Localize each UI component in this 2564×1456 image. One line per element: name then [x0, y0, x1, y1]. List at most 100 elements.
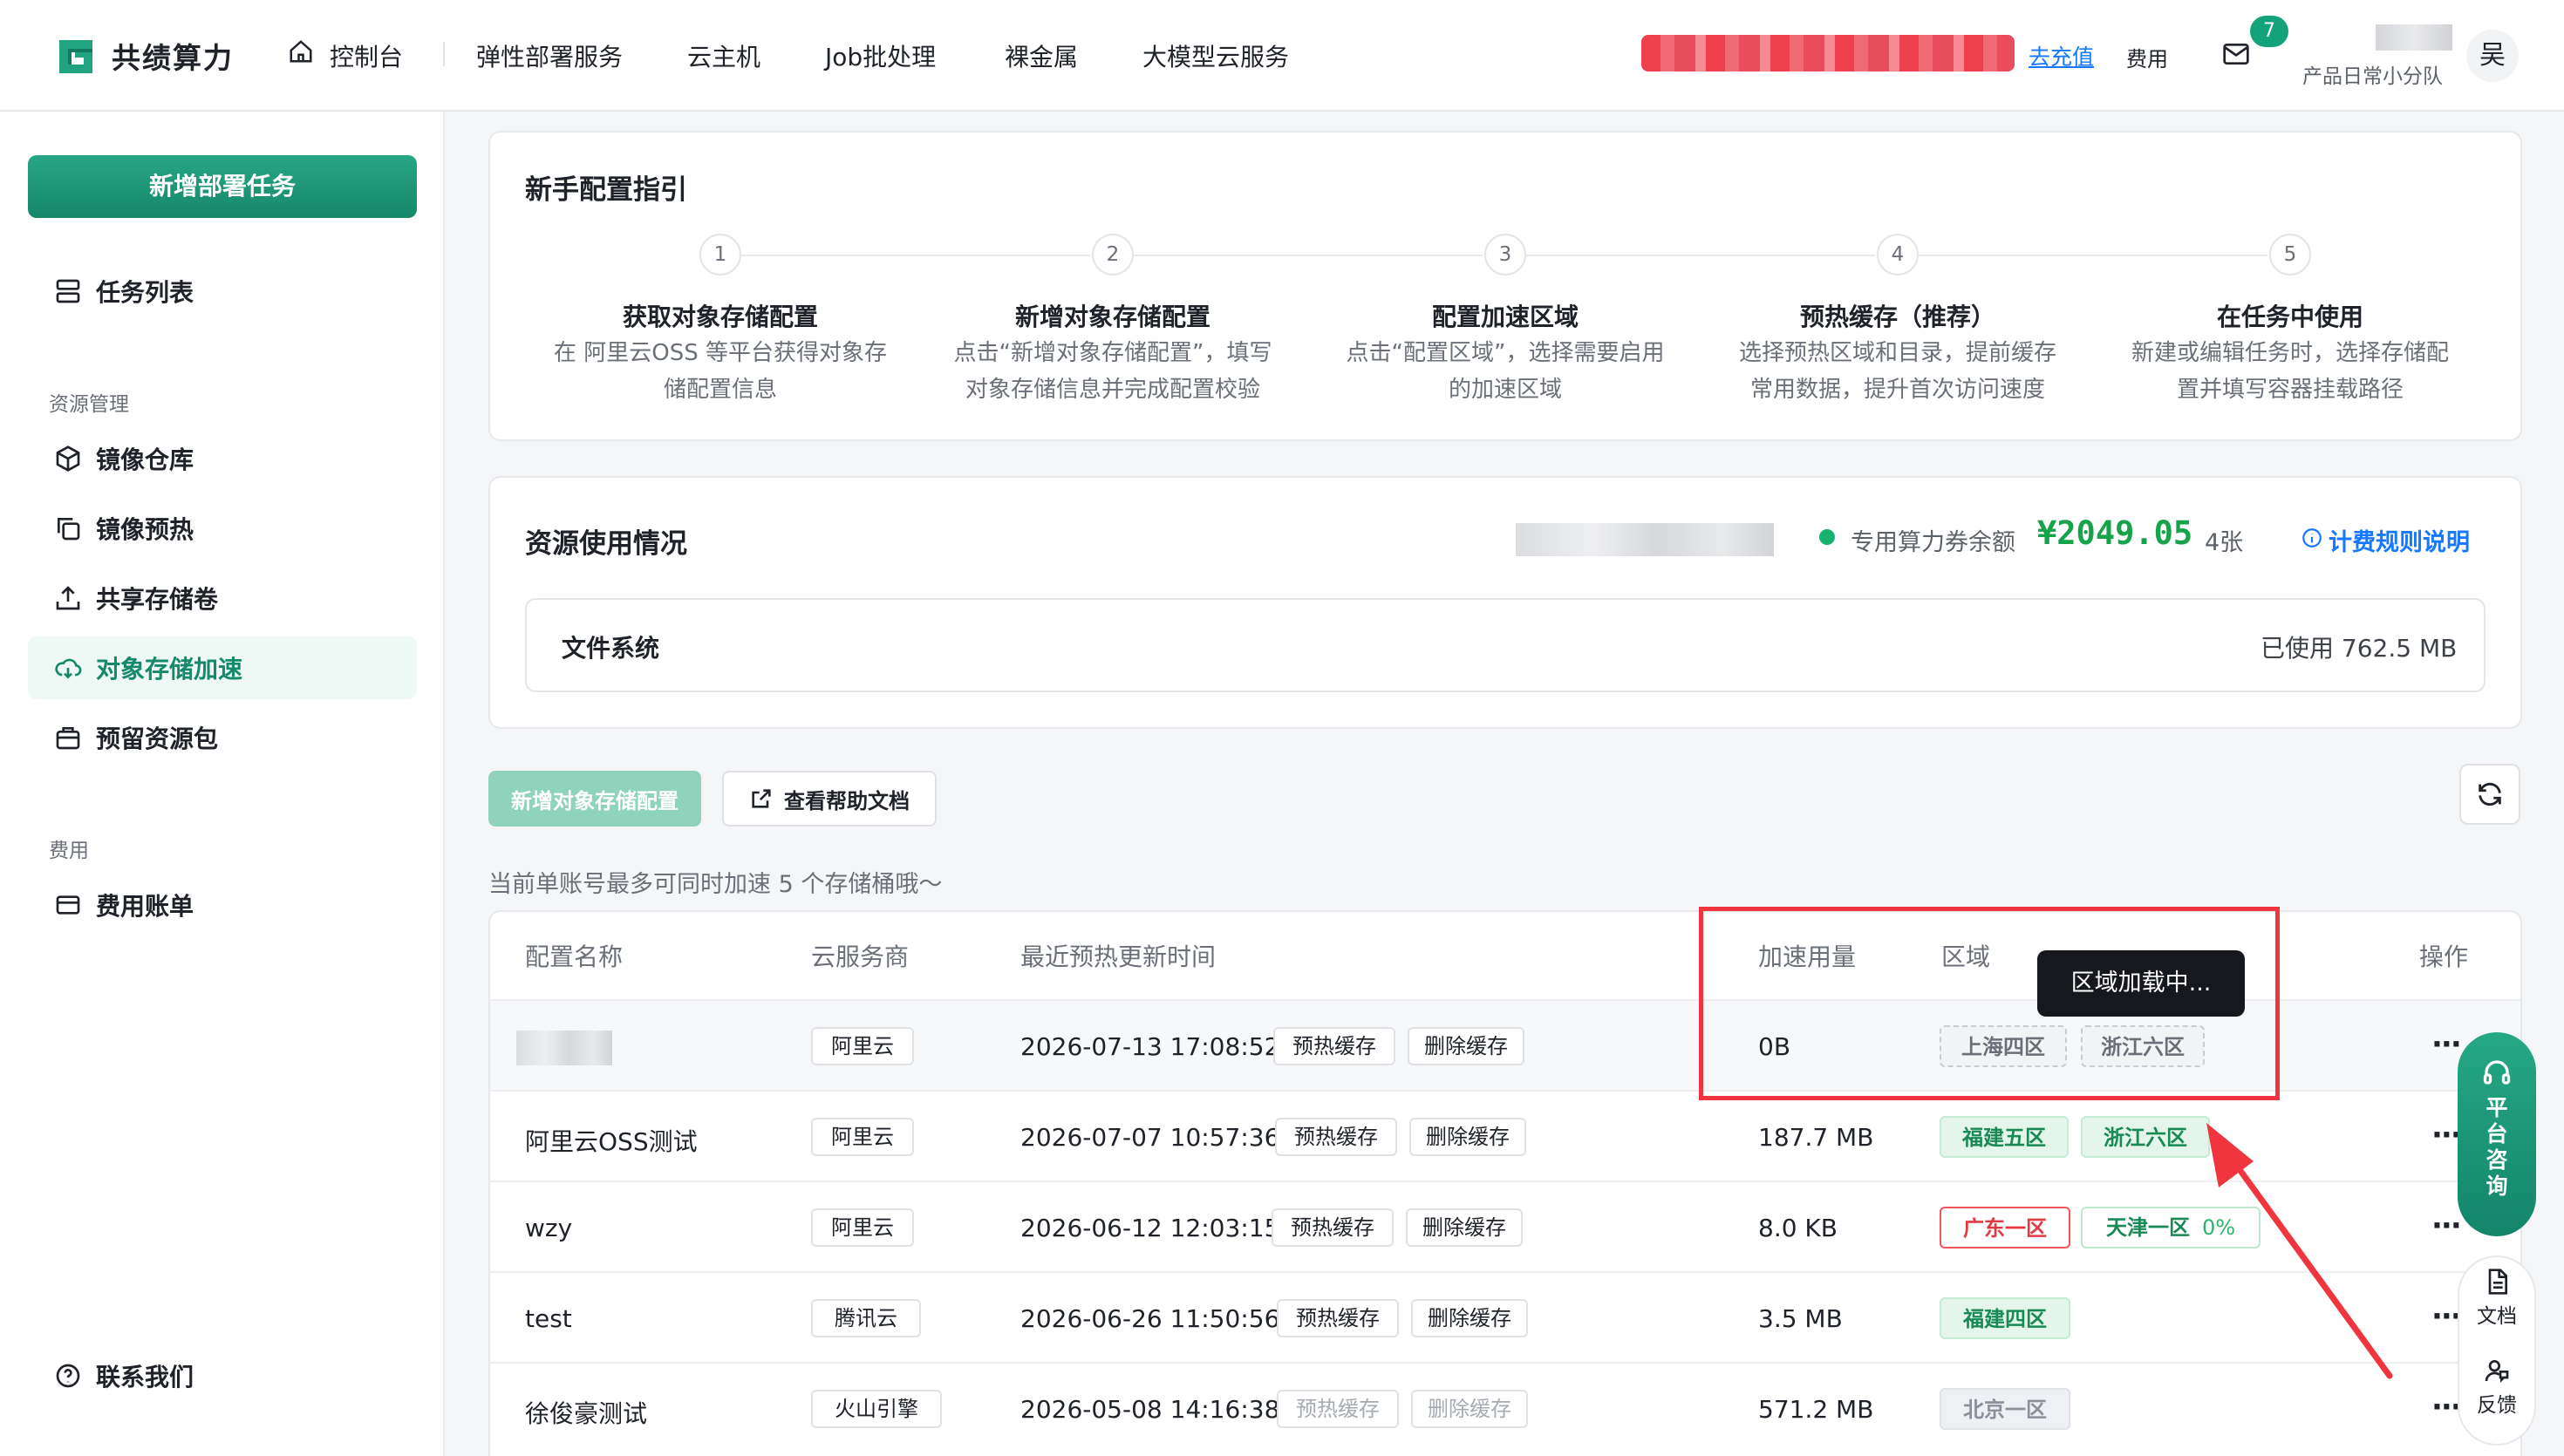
- nav-cloud-host[interactable]: 云主机: [687, 38, 760, 73]
- sidebar-item-label: 对象存储加速: [96, 655, 243, 684]
- delete-cache-button[interactable]: 删除缓存: [1408, 1027, 1524, 1065]
- step-connector: [1526, 255, 1875, 256]
- column-header-prewarm-time: 最近预热更新时间: [1020, 942, 1217, 971]
- step-connector: [1919, 255, 2267, 256]
- brand-name[interactable]: 共绩算力: [112, 35, 234, 77]
- prewarm-cache-button-disabled[interactable]: 预热缓存: [1277, 1390, 1399, 1428]
- region-tag[interactable]: 福建四区: [1940, 1297, 2070, 1339]
- status-dot-icon: [1819, 529, 1835, 545]
- region-tag[interactable]: 广东一区: [1940, 1207, 2070, 1248]
- nav-elastic-deploy[interactable]: 弹性部署服务: [476, 38, 623, 73]
- platform-consult-button[interactable]: 平台咨询: [2458, 1032, 2536, 1236]
- prewarm-cache-button[interactable]: 预热缓存: [1272, 1208, 1394, 1247]
- card-icon: [56, 895, 80, 915]
- external-link-icon: [752, 789, 771, 808]
- accel-usage: 3.5 MB: [1758, 1304, 1843, 1333]
- docs-button[interactable]: 文档: [2459, 1268, 2534, 1329]
- prewarm-cache-button[interactable]: 预热缓存: [1273, 1027, 1395, 1065]
- copy-icon: [58, 518, 80, 541]
- annotation-arrow-icon: [2206, 1123, 2393, 1379]
- delete-cache-button-disabled[interactable]: 删除缓存: [1411, 1390, 1528, 1428]
- sidebar-item-task-list[interactable]: 任务列表: [28, 260, 417, 323]
- team-name[interactable]: 产品日常小分队: [2302, 59, 2443, 89]
- sidebar-item-image-repo[interactable]: 镜像仓库: [28, 427, 417, 490]
- delete-cache-button[interactable]: 删除缓存: [1409, 1118, 1526, 1156]
- brand-logo-icon[interactable]: [56, 37, 96, 77]
- more-actions-icon[interactable]: ···: [2431, 1299, 2462, 1334]
- add-storage-config-button[interactable]: 新增对象存储配置: [488, 771, 701, 827]
- config-name: test: [525, 1304, 572, 1333]
- nav-console[interactable]: 控制台: [330, 38, 403, 73]
- cube-icon: [56, 446, 80, 472]
- server-list-icon: [56, 279, 80, 303]
- prewarm-time: 2026-07-13 17:08:52: [1020, 1032, 1280, 1061]
- step-title: 配置加速区域: [1431, 303, 1579, 331]
- step-title: 在任务中使用: [2216, 303, 2363, 331]
- nav-bare-metal[interactable]: 裸金属: [1005, 38, 1078, 73]
- column-header-actions: 操作: [2419, 942, 2469, 971]
- balance-label: 专用算力券余额: [1851, 529, 2015, 556]
- vendor-tag: 腾讯云: [811, 1299, 921, 1337]
- voucher-count: 4张: [2205, 529, 2244, 556]
- nav-llm-cloud[interactable]: 大模型云服务: [1142, 38, 1289, 73]
- vendor-tag: 阿里云: [811, 1027, 914, 1065]
- step-number: 4: [1877, 234, 1919, 276]
- cloud-sync-icon: [55, 658, 82, 679]
- region-tag[interactable]: 北京一区: [1940, 1388, 2070, 1430]
- sidebar-item-reserved-package[interactable]: 预留资源包: [28, 706, 417, 769]
- more-actions-icon[interactable]: ···: [2431, 1027, 2462, 1062]
- sidebar-item-label: 镜像仓库: [96, 446, 194, 474]
- package-icon: [56, 727, 80, 750]
- user-avatar[interactable]: 吴: [2466, 30, 2519, 82]
- docs-label: 文档: [2477, 1305, 2517, 1328]
- redacted-info: [1516, 523, 1774, 556]
- feedback-button[interactable]: 反馈: [2459, 1357, 2534, 1418]
- redacted-banner: [1641, 35, 2015, 71]
- step-connector: [1134, 255, 1483, 256]
- billing-rules-link[interactable]: 计费规则说明: [2329, 523, 2470, 557]
- consult-label: 平台咨询: [2486, 1095, 2508, 1199]
- step-description: 点击“配置区域”，选择需要启用 的加速区域: [1346, 340, 1665, 403]
- new-deploy-task-button[interactable]: 新增部署任务: [28, 155, 417, 218]
- delete-cache-button[interactable]: 删除缓存: [1411, 1299, 1528, 1337]
- bucket-limit-notice: 当前单账号最多可同时加速 5 个存储桶哦～: [488, 871, 943, 898]
- home-icon[interactable]: [288, 38, 314, 65]
- sidebar-item-image-prewarm[interactable]: 镜像预热: [28, 497, 417, 560]
- sidebar-item-billing[interactable]: 费用账单: [28, 874, 417, 936]
- nav-job-batch[interactable]: Job批处理: [825, 38, 936, 73]
- help-doc-label: 查看帮助文档: [784, 788, 910, 813]
- region-tag[interactable]: 福建五区: [1940, 1116, 2069, 1158]
- prewarm-cache-button[interactable]: 预热缓存: [1277, 1299, 1399, 1337]
- prewarm-cache-button[interactable]: 预热缓存: [1275, 1118, 1397, 1156]
- step-number: 2: [1092, 234, 1134, 276]
- delete-cache-button[interactable]: 删除缓存: [1406, 1208, 1523, 1247]
- step-description: 新建或编辑任务时，选择存储配 置并填写容器挂载路径: [2131, 340, 2449, 403]
- help-doc-button[interactable]: 查看帮助文档: [722, 771, 937, 827]
- usage-title: 资源使用情况: [525, 528, 687, 560]
- step-number: 1: [699, 234, 741, 276]
- more-actions-icon[interactable]: ···: [2431, 1118, 2462, 1153]
- account-name-redacted: [2376, 24, 2452, 51]
- step-number: 3: [1484, 234, 1526, 276]
- highlight-box: [1699, 907, 2280, 1100]
- fee-link[interactable]: 费用: [2126, 42, 2168, 72]
- sidebar-item-shared-storage[interactable]: 共享存储卷: [28, 567, 417, 629]
- sidebar-item-contact-us[interactable]: 联系我们: [28, 1344, 417, 1407]
- feedback-icon: [2485, 1360, 2509, 1383]
- sidebar-item-label: 共享存储卷: [96, 585, 219, 614]
- more-actions-icon[interactable]: ···: [2431, 1390, 2462, 1425]
- step-title: 新增对象存储配置: [1014, 303, 1210, 331]
- sidebar-section-resource: 资源管理: [49, 393, 129, 416]
- recharge-link[interactable]: 去充值: [2029, 40, 2094, 71]
- more-actions-icon[interactable]: ···: [2431, 1208, 2462, 1243]
- step-description: 在 阿里云OSS 等平台获得对象存 储配置信息: [553, 340, 887, 403]
- config-name: wzy: [525, 1214, 573, 1242]
- sidebar-item-label: 联系我们: [96, 1363, 194, 1391]
- accel-usage: 187.7 MB: [1758, 1123, 1874, 1152]
- sidebar-item-object-storage-accel[interactable]: 对象存储加速: [28, 636, 417, 699]
- step-connector: [741, 255, 1090, 256]
- refresh-button[interactable]: [2459, 764, 2520, 825]
- step-description: 点击“新增对象存储配置”，填写 对象存储信息并完成配置校验: [953, 340, 1272, 403]
- accel-usage: 571.2 MB: [1758, 1395, 1874, 1424]
- mail-icon[interactable]: [2222, 42, 2250, 66]
